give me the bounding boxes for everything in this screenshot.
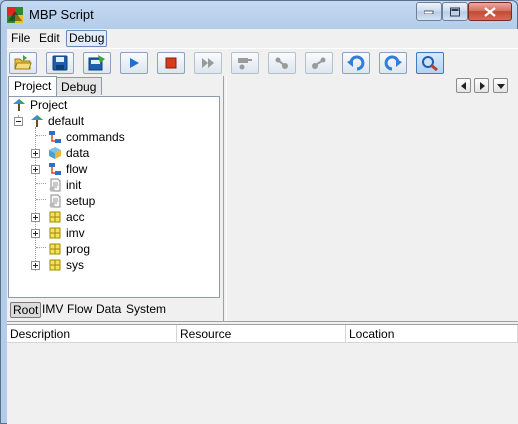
tree-expander[interactable] [14,117,23,126]
stop-icon [165,57,177,69]
view-tab-imv[interactable]: IMV [41,302,64,318]
tree-node-label: flow [66,162,88,176]
column-header-location[interactable]: Location [346,325,518,343]
arrow-right-icon [480,82,485,90]
script-icon [49,178,61,192]
step-out-button[interactable] [305,52,333,74]
cube-icon [49,147,61,159]
tree-node-label: data [66,146,90,160]
tree-node-label: sys [66,258,84,272]
script-icon [49,194,61,208]
project-panel: Project Debug Project default commands d… [7,76,223,321]
run-button[interactable] [120,52,148,74]
step-into-icon [275,57,288,69]
step-out-icon [312,57,326,69]
export-button[interactable] [83,52,111,74]
save-icon [52,55,68,71]
column-header-description[interactable]: Description [7,325,177,343]
tree-node-label: setup [66,194,96,208]
tree-node-label: prog [66,242,91,256]
open-button[interactable] [9,52,37,74]
maximize-icon [450,7,460,16]
tree-node-label: default [48,114,85,128]
tree-line [36,247,46,248]
view-tab-flow[interactable]: Flow [66,302,93,318]
view-tab-data[interactable]: Data [95,302,122,318]
fast-forward-button[interactable] [194,52,222,74]
menu-file[interactable]: File [9,31,32,46]
tree-node-label: Project [30,98,68,112]
client-area: File Edit Debug Project Debug Project de… [7,29,518,424]
tree-line [36,199,46,200]
toolbar [7,48,518,74]
tree-expander[interactable] [31,261,40,270]
redo-button[interactable] [379,52,407,74]
menu-bar: File Edit Debug [7,29,518,47]
tree-expander[interactable] [31,149,40,158]
minimize-button[interactable] [416,2,442,21]
tree-node-label: init [66,178,82,192]
grid-icon [49,259,61,271]
save-button[interactable] [46,52,74,74]
tree-expander[interactable] [31,165,40,174]
app-icon [7,7,23,23]
minimize-icon [424,10,434,14]
tree-node-label: commands [66,130,125,144]
step-over-icon [238,58,252,70]
view-tab-system[interactable]: System [125,302,167,318]
view-tabs: Root IMV Flow Data System [7,300,223,320]
step-over-button[interactable] [231,52,259,74]
run-icon [130,58,139,68]
tree-root-icon [13,99,25,111]
tree-expander[interactable] [31,229,40,238]
previous-tab-button[interactable] [456,78,471,93]
view-tab-root[interactable]: Root [10,302,42,318]
column-header-resource[interactable]: Resource [177,325,346,343]
close-icon [484,6,496,17]
step-into-button[interactable] [268,52,296,74]
tree-node-label: imv [66,226,85,240]
flow-icon [49,163,61,175]
export-icon [88,55,105,71]
tab-project[interactable]: Project [8,76,58,96]
next-tab-button[interactable] [474,78,489,93]
tree-node-label: acc [66,210,85,224]
maximize-button[interactable] [442,2,468,21]
menu-debug[interactable]: Debug [66,30,108,47]
close-button[interactable] [468,2,512,21]
window-title: MBP Script [29,7,94,22]
grid-icon [49,243,61,255]
undo-button[interactable] [342,52,370,74]
redo-icon [384,55,402,71]
stop-button[interactable] [157,52,185,74]
problems-table: Description Resource Location [7,325,518,424]
app-window: MBP Script File Edit Debug Project Debug… [0,0,518,424]
grid-icon [49,227,61,239]
flow-icon [49,131,61,143]
tab-list-button[interactable] [493,78,508,93]
project-tree: Project default commands data flow init … [8,96,220,298]
title-bar[interactable]: MBP Script [1,1,517,29]
search-icon [422,56,438,71]
menu-edit[interactable]: Edit [37,31,62,46]
chevron-down-icon [497,84,505,89]
tree-line [36,183,46,184]
tree-root-icon [31,115,43,127]
arrow-left-icon [461,82,466,90]
tab-debug[interactable]: Debug [55,77,103,95]
fast-forward-icon [202,58,214,68]
tree-line [36,135,46,136]
grid-icon [49,211,61,223]
undo-icon [347,55,365,71]
tree-expander[interactable] [31,213,40,222]
search-button[interactable] [416,52,444,74]
open-icon [14,55,32,70]
editor-area [227,76,518,321]
